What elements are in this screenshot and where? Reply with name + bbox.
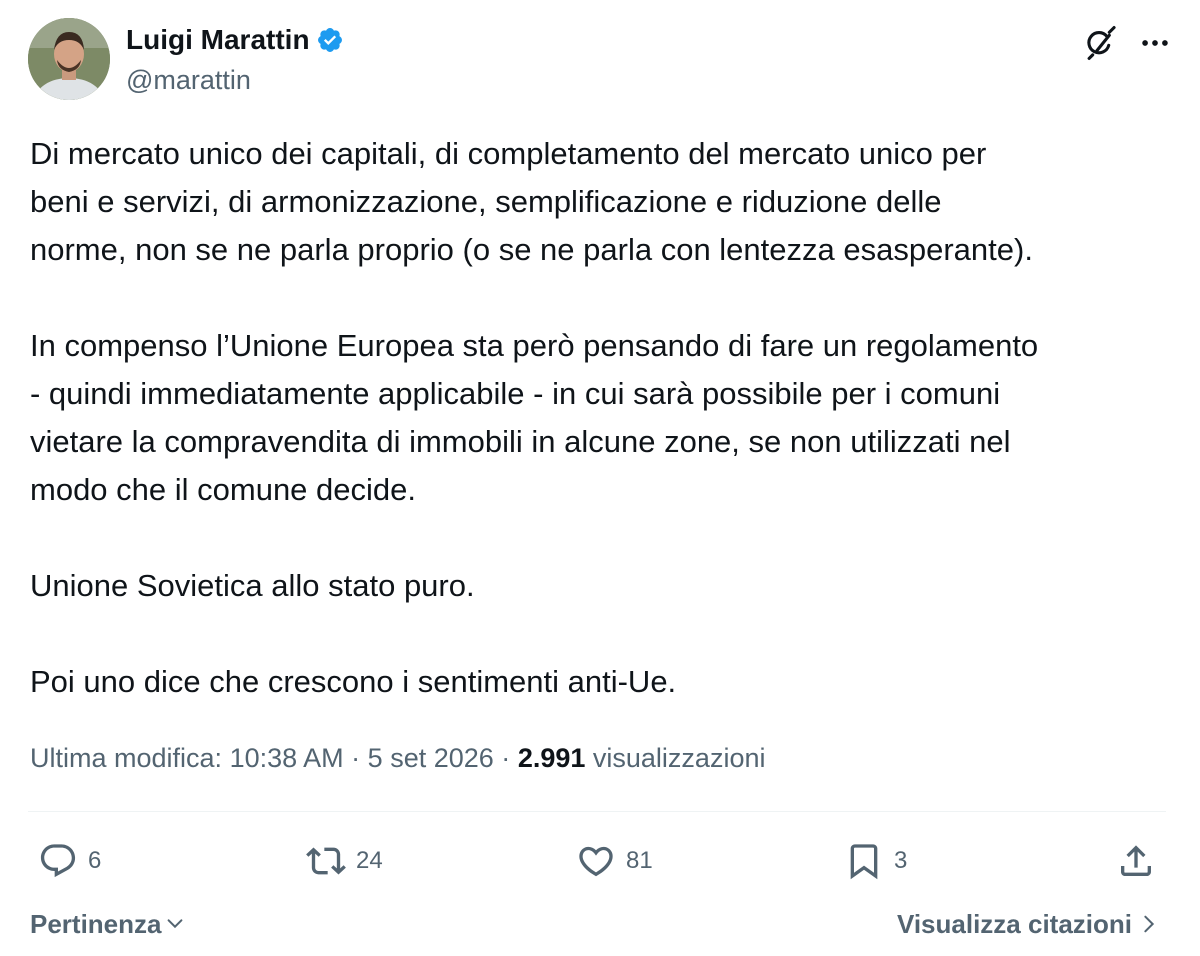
views-label: visualizzazioni [592,743,766,773]
author-block: Luigi Marattin @marattin [126,22,344,98]
tweet-time[interactable]: 10:38 AM [230,743,344,773]
like-button[interactable]: 81 [576,836,653,886]
tweet-date[interactable]: 5 set 2026 [368,743,494,773]
like-count: 81 [626,847,653,874]
tweet-paragraph: Unione Sovietica allo stato puro. [30,568,475,603]
avatar-image [28,18,110,100]
tweet-header: Luigi Marattin @marattin [28,18,1172,102]
more-dots-icon[interactable] [1138,26,1172,60]
reply-button[interactable]: 6 [38,836,101,886]
engagement-bar: 6 24 81 3 [28,836,1162,886]
bookmark-icon [850,844,878,880]
tweet-body: Di mercato unico dei capitali, di comple… [30,130,1180,706]
reply-count: 6 [88,847,102,874]
top-actions [1082,24,1172,62]
reply-icon [40,844,76,878]
quotes-label: Visualizza citazioni [896,909,1132,939]
meta-separator: · [351,743,361,773]
tweet-paragraph: Poi uno dice che crescono i sentimenti a… [30,664,677,699]
repost-icon [306,847,346,875]
edited-label[interactable]: Ultima modifica: [30,743,222,773]
bookmark-button[interactable]: 3 [844,836,907,886]
views-count: 2.991 [517,743,586,773]
author-handle[interactable]: @marattin [126,62,344,98]
author-name-row[interactable]: Luigi Marattin [126,22,344,58]
meta-separator: · [501,743,511,773]
tweet-meta: Ultima modifica: 10:38 AM · 5 set 2026 ·… [30,738,765,778]
share-icon [1121,845,1151,876]
repost-button[interactable]: 24 [306,836,383,886]
bookmark-count: 3 [894,847,908,874]
grok-icon[interactable] [1082,24,1120,62]
sort-label: Pertinenza [30,909,162,939]
avatar[interactable] [28,18,110,100]
divider [28,811,1166,812]
share-button[interactable] [1116,836,1156,886]
author-display-name[interactable]: Luigi Marattin [126,22,310,58]
chevron-down-icon [167,919,182,929]
view-quotes-link[interactable]: Visualizza citazioni [897,903,1160,945]
repost-count: 24 [356,847,383,874]
tweet-footer: Pertinenza Visualizza citazioni [30,903,1160,945]
tweet-paragraph: Di mercato unico dei capitali, di comple… [30,136,1033,267]
tweet-paragraph: In compenso l’Unione Europea sta però pe… [30,328,1039,507]
verified-badge-icon [317,28,342,52]
sort-dropdown[interactable]: Pertinenza [30,903,186,945]
chevron-right-icon [1144,915,1155,933]
heart-icon [579,846,613,877]
